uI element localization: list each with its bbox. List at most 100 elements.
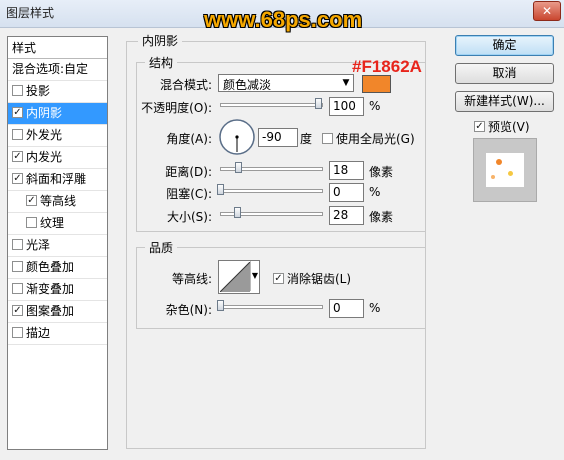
preview-spark (508, 171, 513, 176)
preview-checkbox[interactable]: 预览(V) (474, 118, 530, 135)
style-list-item-label: 斜面和浮雕 (26, 172, 87, 186)
style-list-item[interactable]: 混合选项:自定 (8, 59, 107, 81)
noise-label: 杂色(N): (165, 303, 212, 317)
size-input[interactable]: 28 (329, 206, 364, 225)
preview-thumbnail (473, 138, 537, 202)
quality-title: 品质 (145, 239, 178, 256)
angle-label: 角度(A): (166, 132, 212, 146)
style-list-item[interactable]: 投影 (8, 81, 107, 103)
noise-unit: % (369, 301, 381, 315)
style-list-item[interactable]: 内发光 (8, 147, 107, 169)
style-list-item[interactable]: 纹理 (8, 213, 107, 235)
noise-slider[interactable] (220, 305, 323, 309)
style-list-item-label: 投影 (26, 84, 51, 98)
blend-mode-select[interactable]: 颜色减淡 ▼ (218, 74, 354, 92)
opacity-slider-thumb[interactable] (315, 98, 322, 109)
size-unit: 像素 (369, 210, 394, 224)
style-checkbox[interactable] (12, 261, 23, 272)
style-checkbox[interactable] (26, 195, 37, 206)
angle-dial[interactable] (218, 118, 256, 156)
preview-box[interactable] (474, 121, 485, 132)
watermark: www.68ps.com (204, 7, 363, 32)
global-light-label: 使用全局光(G) (336, 132, 415, 146)
style-list-item-label: 渐变叠加 (26, 282, 75, 296)
preview-image (486, 153, 524, 187)
opacity-label: 不透明度(O): (141, 101, 212, 115)
global-light-box[interactable] (322, 133, 333, 144)
preview-spark (496, 159, 502, 165)
ok-button[interactable]: 确定 (455, 35, 554, 56)
style-list-item[interactable]: 等高线 (8, 191, 107, 213)
contour-chevron-down-icon[interactable]: ▼ (250, 261, 259, 291)
choke-slider[interactable] (220, 189, 323, 193)
distance-slider-thumb[interactable] (235, 162, 242, 173)
style-list-item[interactable]: 描边 (8, 323, 107, 345)
style-list-item-label: 图案叠加 (26, 304, 75, 318)
antialias-label: 消除锯齿(L) (287, 272, 352, 286)
antialias-checkbox[interactable]: 消除锯齿(L) (273, 270, 351, 287)
contour-picker[interactable]: ▼ (218, 260, 260, 294)
choke-input[interactable]: 0 (329, 183, 364, 202)
style-list-item-label: 混合选项:自定 (12, 62, 89, 76)
opacity-unit: % (369, 99, 381, 113)
new-style-button[interactable]: 新建样式(W)... (455, 91, 554, 112)
contour-preview-icon (220, 262, 250, 292)
style-checkbox[interactable] (12, 239, 23, 250)
style-list-item-label: 内阴影 (26, 106, 63, 120)
style-list-item[interactable]: 渐变叠加 (8, 279, 107, 301)
antialias-box[interactable] (273, 273, 284, 284)
style-checkbox[interactable] (12, 173, 23, 184)
style-list-item-label: 颜色叠加 (26, 260, 75, 274)
style-checkbox[interactable] (12, 327, 23, 338)
preview-label: 预览(V) (488, 120, 530, 134)
distance-unit: 像素 (369, 165, 394, 179)
style-list-item-label: 内发光 (26, 150, 63, 164)
opacity-input[interactable]: 100 (329, 97, 364, 116)
size-label: 大小(S): (166, 210, 212, 224)
contour-label: 等高线: (171, 272, 212, 286)
opacity-slider[interactable] (220, 103, 323, 107)
style-checkbox[interactable] (12, 129, 23, 140)
style-list-item[interactable]: 图案叠加 (8, 301, 107, 323)
style-list-item-label: 光泽 (26, 238, 51, 252)
style-list-item[interactable]: 内阴影 (8, 103, 107, 125)
style-checkbox[interactable] (12, 107, 23, 118)
choke-label: 阻塞(C): (166, 187, 212, 201)
style-list-item[interactable]: 斜面和浮雕 (8, 169, 107, 191)
size-slider-thumb[interactable] (234, 207, 241, 218)
preview-spark (491, 175, 495, 179)
distance-input[interactable]: 18 (329, 161, 364, 180)
style-list-item-label: 等高线 (40, 194, 77, 208)
angle-unit: 度 (300, 132, 313, 146)
style-checkbox[interactable] (12, 151, 23, 162)
cancel-button[interactable]: 取消 (455, 63, 554, 84)
style-list-item[interactable]: 外发光 (8, 125, 107, 147)
choke-slider-thumb[interactable] (217, 184, 224, 195)
structure-title: 结构 (145, 54, 178, 71)
close-button[interactable]: ✕ (533, 1, 561, 21)
window-title: 图层样式 (6, 6, 55, 20)
choke-unit: % (369, 185, 381, 199)
style-list-item-label: 外发光 (26, 128, 63, 142)
style-checkbox[interactable] (12, 85, 23, 96)
angle-input[interactable]: -90 (258, 128, 298, 147)
style-checkbox[interactable] (12, 283, 23, 294)
color-annotation: #F1862A (352, 57, 422, 76)
style-list-item[interactable]: 光泽 (8, 235, 107, 257)
style-list-header[interactable]: 样式 (8, 37, 107, 59)
shadow-color-swatch[interactable] (362, 75, 391, 93)
distance-label: 距离(D): (165, 165, 212, 179)
style-list-item-label: 描边 (26, 326, 51, 340)
style-checkbox[interactable] (12, 305, 23, 316)
style-list-item-label: 纹理 (40, 216, 65, 230)
noise-input[interactable]: 0 (329, 299, 364, 318)
noise-slider-thumb[interactable] (217, 300, 224, 311)
style-list: 样式 混合选项:自定投影内阴影外发光内发光斜面和浮雕等高线纹理光泽颜色叠加渐变叠… (7, 36, 108, 450)
blend-mode-label: 混合模式: (159, 78, 212, 92)
global-light-checkbox[interactable]: 使用全局光(G) (322, 130, 415, 147)
blend-mode-value: 颜色减淡 (223, 78, 272, 92)
chevron-down-icon: ▼ (342, 78, 350, 88)
inner-shadow-title: 内阴影 (138, 32, 183, 49)
style-list-item[interactable]: 颜色叠加 (8, 257, 107, 279)
style-checkbox[interactable] (26, 217, 37, 228)
